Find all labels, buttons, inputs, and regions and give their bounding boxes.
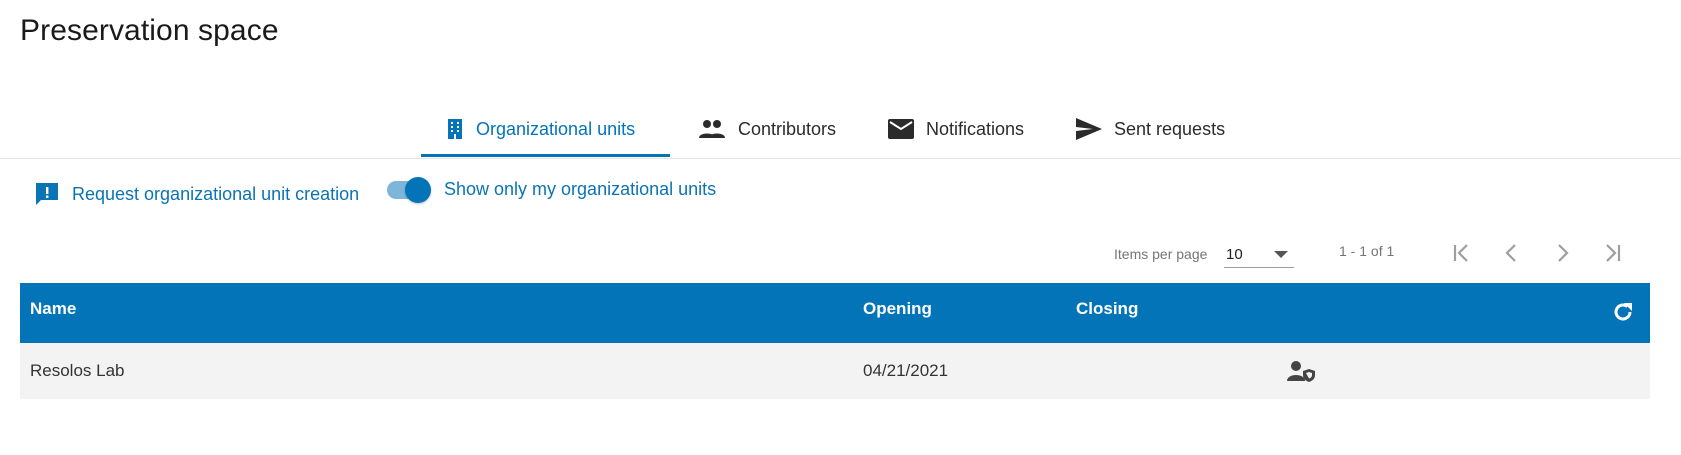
tab-contributors[interactable]: Contributors bbox=[698, 100, 836, 158]
people-icon bbox=[699, 120, 725, 138]
tab-sent-requests[interactable]: Sent requests bbox=[1076, 100, 1225, 158]
chevron-left-icon bbox=[1505, 244, 1516, 262]
cell-opening: 04/21/2021 bbox=[863, 361, 949, 380]
manage-unit-button[interactable] bbox=[1286, 356, 1316, 386]
table-row[interactable]: Resolos Lab 04/21/2021 bbox=[20, 343, 1650, 399]
org-units-table: Name Opening Closing Resolos Lab 04/21/2… bbox=[20, 283, 1650, 399]
tab-organizational-units[interactable]: Organizational units bbox=[446, 100, 635, 158]
page-title: Preservation space bbox=[20, 14, 279, 47]
items-per-page-select[interactable]: 10 bbox=[1224, 240, 1294, 268]
tab-label: Sent requests bbox=[1114, 118, 1226, 139]
next-page-button[interactable] bbox=[1544, 235, 1580, 271]
toggle-track[interactable] bbox=[387, 176, 431, 203]
column-header-closing[interactable]: Closing bbox=[1076, 299, 1138, 319]
toggle-label: Show only my organizational units bbox=[444, 179, 717, 199]
refresh-button[interactable] bbox=[1608, 297, 1638, 327]
active-tab-indicator bbox=[421, 154, 670, 157]
tab-notifications[interactable]: Notifications bbox=[888, 100, 1024, 158]
show-only-mine-toggle[interactable]: Show only my organizational units bbox=[387, 176, 717, 203]
page-range-label: 1 - 1 of 1 bbox=[1339, 243, 1395, 259]
user-shield-icon bbox=[1287, 361, 1315, 382]
dropdown-caret-icon bbox=[1274, 251, 1288, 258]
items-per-page-label: Items per page bbox=[1114, 246, 1208, 262]
mail-icon bbox=[888, 119, 914, 139]
table-header: Name Opening Closing bbox=[20, 283, 1650, 343]
last-page-icon bbox=[1606, 244, 1621, 262]
items-per-page-value: 10 bbox=[1226, 246, 1243, 263]
refresh-icon bbox=[1614, 303, 1632, 321]
first-page-button[interactable] bbox=[1444, 235, 1480, 271]
first-page-icon bbox=[1453, 244, 1468, 262]
tab-label: Contributors bbox=[738, 118, 837, 139]
building-icon bbox=[448, 119, 462, 139]
toggle-thumb[interactable] bbox=[405, 176, 431, 203]
previous-page-button[interactable] bbox=[1494, 235, 1530, 271]
last-page-button[interactable] bbox=[1594, 235, 1630, 271]
cell-name: Resolos Lab bbox=[30, 361, 125, 380]
tab-bar: Organizational units Contributors Notifi… bbox=[0, 100, 1681, 159]
chevron-right-icon bbox=[1558, 244, 1569, 262]
column-header-name[interactable]: Name bbox=[30, 299, 76, 319]
tab-label: Notifications bbox=[926, 118, 1025, 139]
column-header-opening[interactable]: Opening bbox=[863, 299, 932, 319]
tab-label: Organizational units bbox=[476, 118, 636, 139]
send-icon bbox=[1076, 118, 1102, 140]
request-link-label: Request organizational unit creation bbox=[72, 183, 360, 204]
request-org-unit-creation-button[interactable]: Request organizational unit creation bbox=[34, 181, 359, 207]
feedback-icon bbox=[36, 183, 58, 205]
